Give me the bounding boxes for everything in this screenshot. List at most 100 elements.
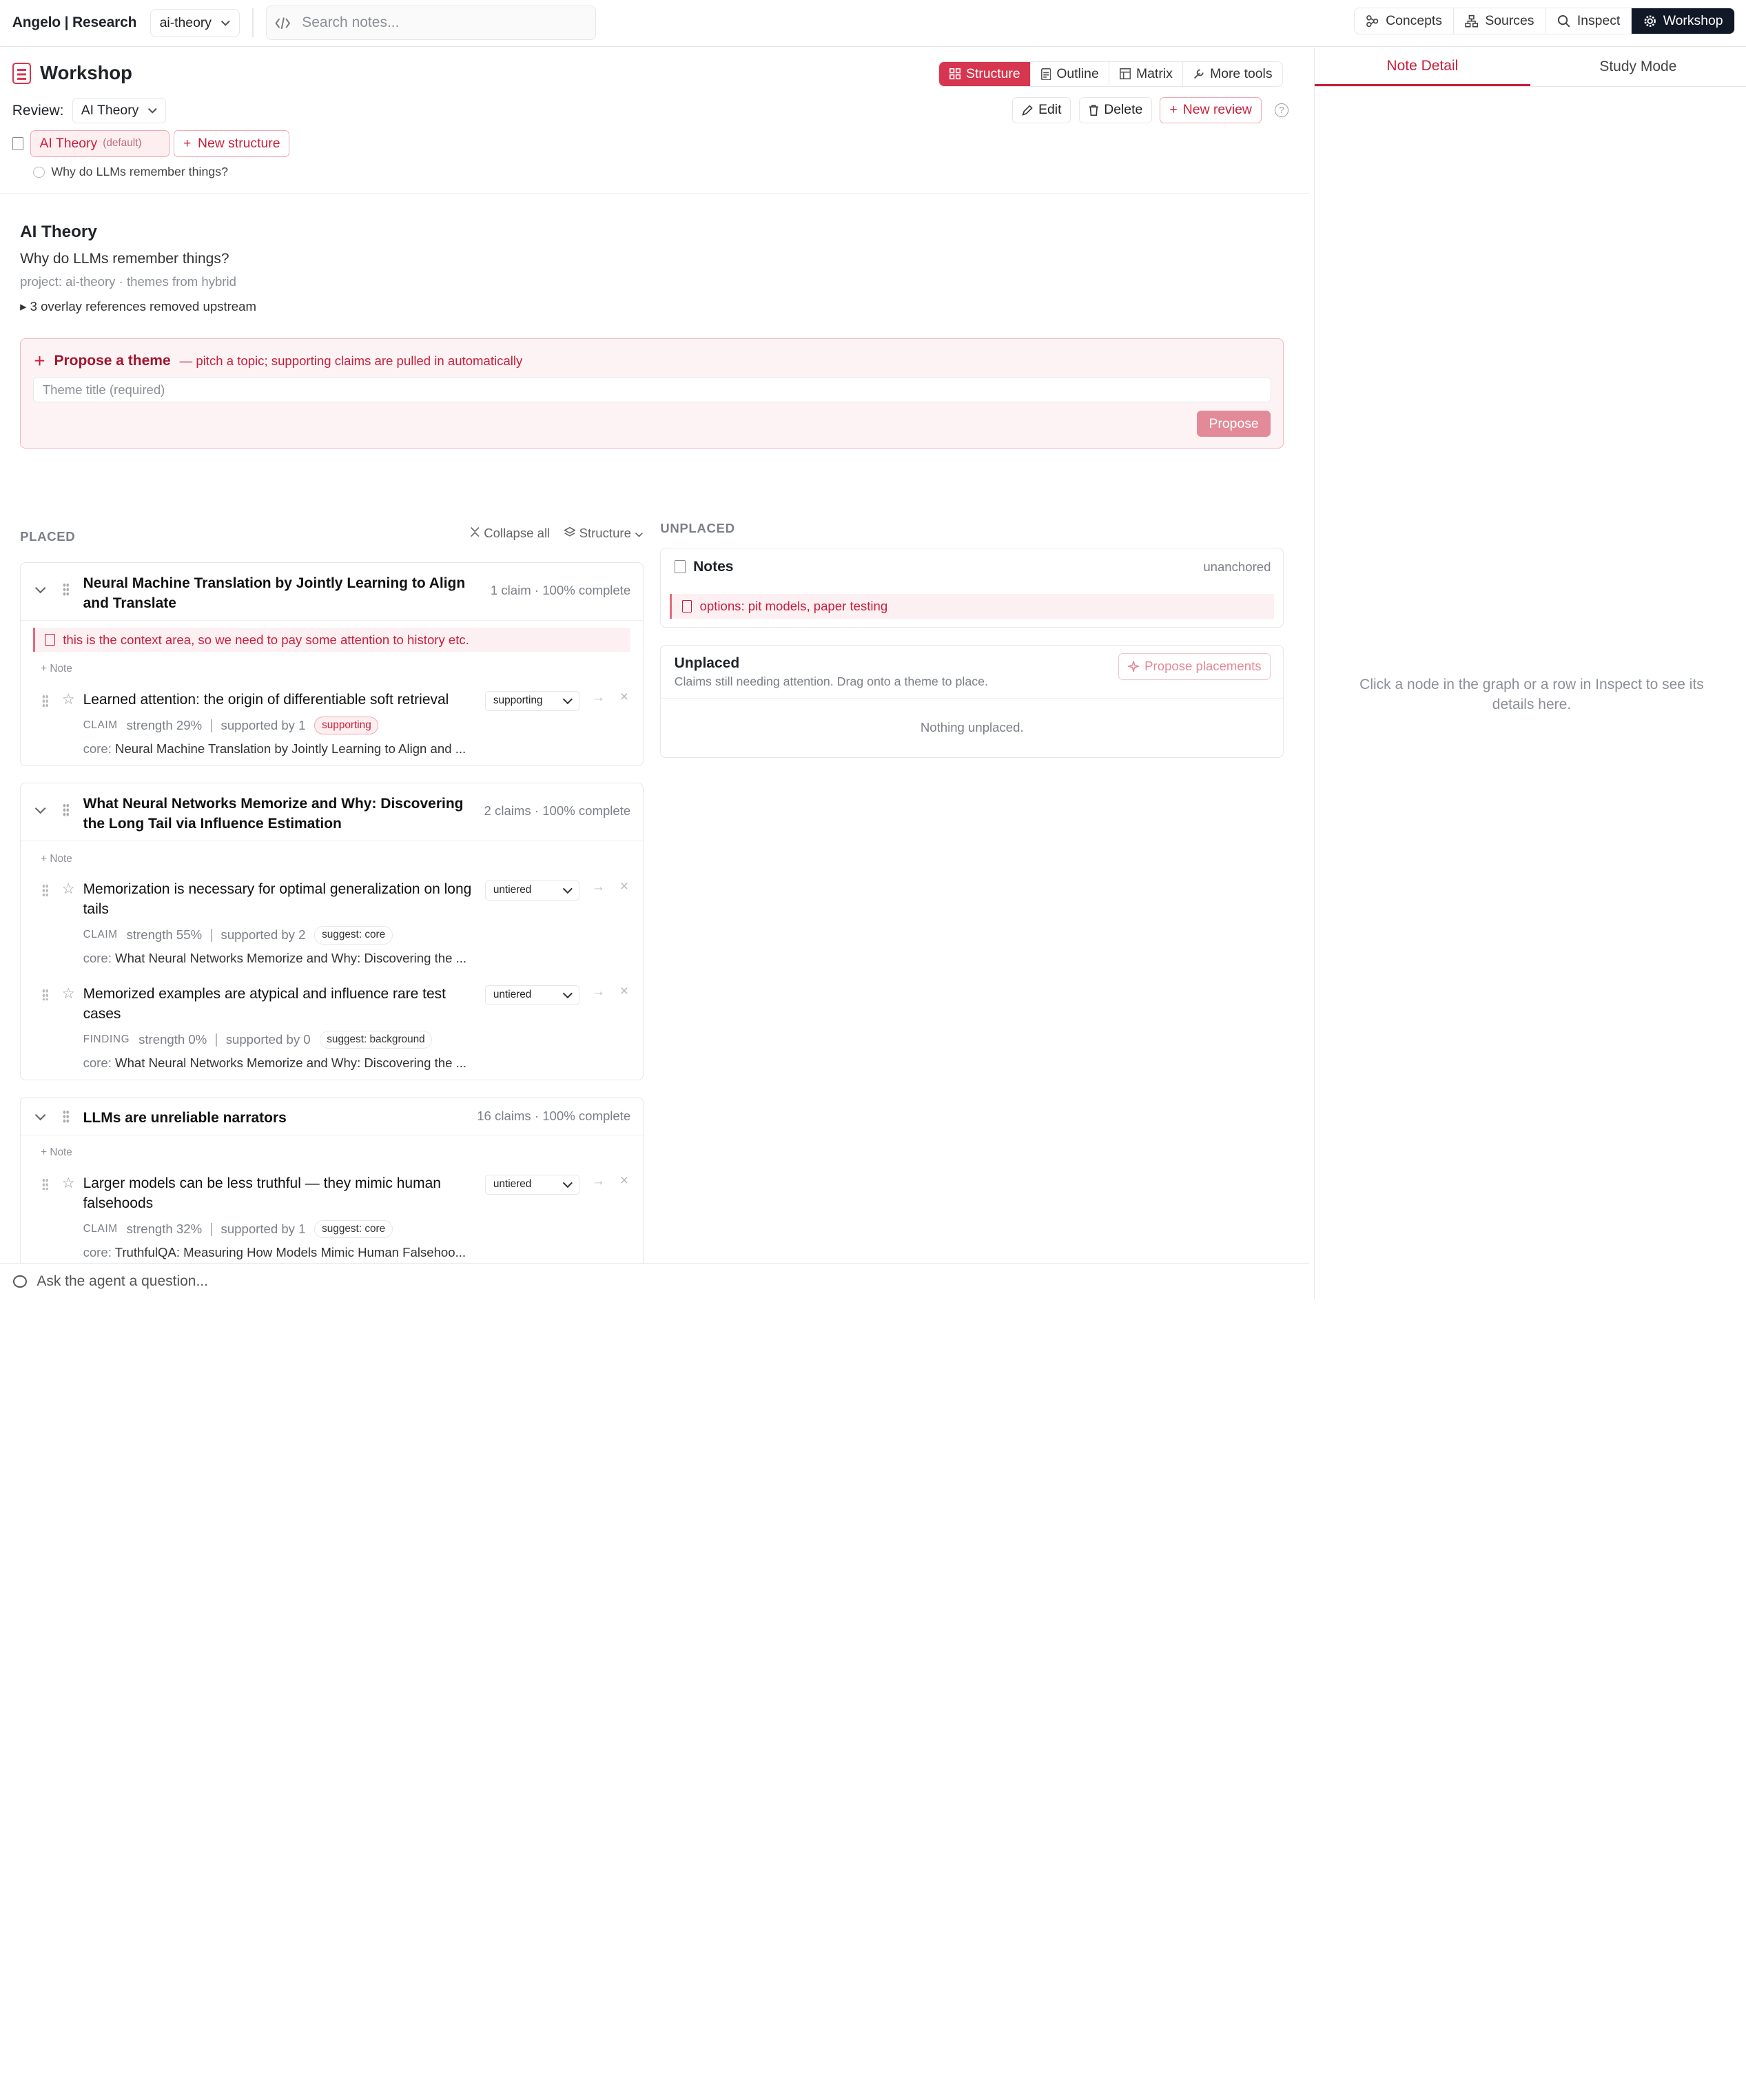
arrow-right-icon[interactable]: → [592,984,605,1000]
default-badge: (default) [103,137,142,150]
overlay-disclosure[interactable]: ▸ 3 overlay references removed upstream [20,299,1285,314]
core-source[interactable]: TruthfulQA: Measuring How Models Mimic H… [115,1245,466,1259]
add-note-button[interactable]: + Note [21,652,643,681]
star-icon[interactable]: ☆ [62,985,75,1002]
core-source[interactable]: What Neural Networks Memorize and Why: D… [115,951,466,965]
tab-outline[interactable]: Outline [1031,61,1110,87]
project-select-value: ai-theory [159,14,212,30]
propose-placements-button[interactable]: Propose placements [1118,652,1271,680]
tab-matrix[interactable]: Matrix [1109,61,1184,87]
claim-text[interactable]: Learned attention: the origin of differe… [83,690,476,710]
theme-title[interactable]: What Neural Networks Memorize and Why: D… [83,794,476,834]
arrow-right-icon[interactable]: → [592,1173,605,1189]
unplaced-empty: Nothing unplaced. [920,719,1024,734]
tab-note-detail[interactable]: Note Detail [1314,48,1530,87]
drag-handle-icon[interactable] [63,1110,70,1124]
theme-title[interactable]: Neural Machine Translation by Jointly Le… [83,573,476,613]
propose-subtitle: — pitch a topic; supporting claims are p… [179,353,523,369]
claim-text[interactable]: Memorized examples are atypical and infl… [83,984,476,1024]
drag-handle-icon[interactable] [41,694,49,707]
claim-supported: supported by 1 [220,718,306,733]
sparkle-icon [1127,661,1140,672]
drag-handle-icon[interactable] [41,883,49,896]
unanchored-note[interactable]: options: pit models, paper testing [670,594,1275,619]
nav-concepts[interactable]: Concepts [1355,8,1455,34]
tab-structure[interactable]: Structure [939,61,1031,87]
divider [216,1033,217,1047]
claim-text[interactable]: Memorization is necessary for optimal ge… [83,879,476,919]
search-input[interactable]: Search notes... [265,6,597,41]
core-label: core: [83,741,112,756]
structure-chip-default[interactable]: AI Theory (default) [30,130,170,157]
star-icon[interactable]: ☆ [62,881,75,898]
page-title: Workshop [12,62,132,84]
theme-header: Neural Machine Translation by Jointly Le… [21,563,644,621]
claim-type: FINDING [83,1033,130,1046]
star-icon[interactable]: ☆ [62,691,75,708]
tier-select[interactable]: supporting [484,690,579,711]
overlay-text: 3 overlay references removed upstream [30,299,256,314]
main-nav: Concepts Sources Inspect Workshop [1353,8,1735,35]
claim-strength: strength 29% [126,718,203,733]
drag-handle-icon[interactable] [41,1177,49,1191]
close-icon[interactable]: × [620,689,628,706]
project-select[interactable]: ai-theory [150,9,240,37]
detail-pane: Note Detail Study Mode Click a node in t… [1313,48,1746,1299]
arrow-right-icon[interactable]: → [592,879,605,895]
new-structure-button[interactable]: + New structure [174,130,290,157]
drag-handle-icon[interactable] [63,583,70,597]
core-source[interactable]: What Neural Networks Memorize and Why: D… [115,1056,466,1070]
propose-button[interactable]: Propose [1196,410,1271,438]
review-select[interactable]: AI Theory [72,98,167,124]
nav-sources[interactable]: Sources [1454,8,1546,34]
chevron-down-icon[interactable] [34,803,46,814]
theme-card: LLMs are unreliable narrators 16 claims … [20,1097,644,1263]
core-source[interactable]: Neural Machine Translation by Jointly Le… [115,741,466,756]
tier-value: untiered [493,1178,532,1191]
drag-handle-icon[interactable] [63,803,70,817]
theme-title[interactable]: LLMs are unreliable narrators [83,1108,476,1128]
propose-title: Propose a theme [54,353,171,369]
context-note[interactable]: this is the context area, so we need to … [32,627,631,652]
theme-meta: 2 claims · 100% complete [484,803,631,819]
edit-button[interactable]: Edit [1011,96,1071,124]
brand-title: Angelo | Research [12,14,137,31]
claim-core: core: What Neural Networks Memorize and … [83,1056,476,1071]
close-icon[interactable]: × [620,983,628,1000]
structure-toggle[interactable]: Structure [563,526,644,541]
help-icon[interactable]: ? [1275,103,1288,117]
add-note-button[interactable]: + Note [21,841,643,870]
tier-select[interactable]: untiered [484,1174,579,1195]
placed-header: PLACED Collapse all Structure [20,526,644,544]
tier-select[interactable]: untiered [484,985,579,1005]
structure-content: AI Theory Why do LLMs remember things? p… [20,223,1285,1263]
add-note-button[interactable]: + Note [21,1135,643,1164]
close-icon[interactable]: × [620,878,628,895]
drag-handle-icon[interactable] [41,988,49,1001]
close-icon[interactable]: × [620,1173,628,1189]
search-placeholder: Search notes... [302,14,400,31]
new-review-button[interactable]: + New review [1160,96,1262,124]
tab-study-mode[interactable]: Study Mode [1530,48,1746,86]
delete-button[interactable]: Delete [1078,96,1153,124]
collapse-all-button[interactable]: Collapse all [470,526,550,541]
ask-agent-input[interactable]: Ask the agent a question... [0,1262,1310,1299]
arrow-right-icon[interactable]: → [592,690,605,706]
claim-tag: suggest: background [319,1031,433,1049]
nav-workshop[interactable]: Workshop [1632,8,1734,34]
chevron-down-icon[interactable] [34,582,46,594]
tab-more-tools[interactable]: More tools [1183,62,1282,86]
add-note-label: Note [50,1146,72,1159]
nav-inspect[interactable]: Inspect [1546,8,1632,34]
tier-select[interactable]: untiered [484,880,579,900]
star-icon[interactable]: ☆ [62,1175,75,1192]
theme-title-input[interactable]: Theme title (required) [32,377,1271,403]
collapse-all-label: Collapse all [484,525,551,540]
theme-meta: 16 claims · 100% complete [477,1109,631,1124]
divider [211,719,212,732]
claim-text[interactable]: Larger models can be less truthful — the… [83,1173,476,1213]
notes-status: unanchored [1203,559,1271,575]
chevron-down-icon[interactable] [34,1109,46,1121]
search-icon [1557,14,1570,28]
propose-header: + Propose a theme — pitch a topic; suppo… [34,350,522,372]
